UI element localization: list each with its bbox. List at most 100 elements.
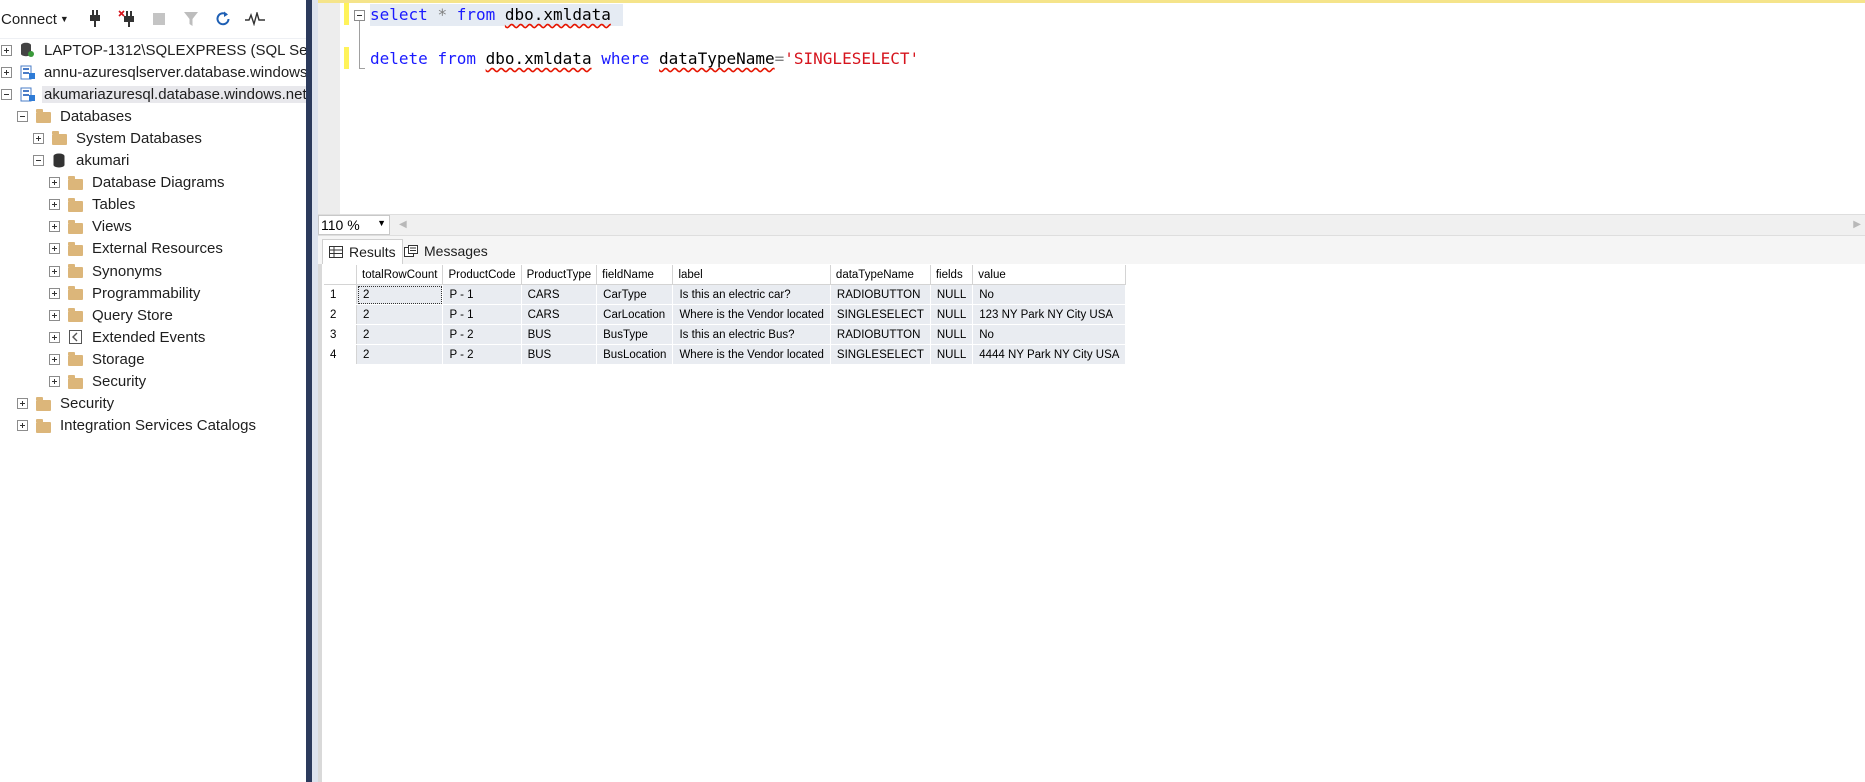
row-number[interactable]: 1 bbox=[324, 284, 357, 305]
expand-icon[interactable] bbox=[49, 199, 60, 211]
zoom-select[interactable]: 110 % ▼ bbox=[318, 215, 390, 235]
grid-cell[interactable]: NULL bbox=[930, 284, 974, 305]
expand-icon[interactable] bbox=[17, 420, 28, 432]
grid-cell[interactable]: No bbox=[972, 324, 1127, 345]
expand-icon[interactable] bbox=[49, 309, 60, 321]
tree-node[interactable]: Integration Services Catalogs bbox=[17, 415, 258, 437]
grid-cell[interactable]: Is this an electric Bus? bbox=[672, 324, 831, 345]
tree-node[interactable]: Extended Events bbox=[49, 326, 207, 348]
collapse-icon[interactable] bbox=[33, 155, 44, 166]
grid-cell[interactable]: SINGLESELECT bbox=[830, 344, 931, 365]
tab-results[interactable]: Results bbox=[322, 239, 403, 264]
column-header[interactable]: label bbox=[672, 265, 831, 285]
table-row[interactable]: 22P - 1 CARS CarLocation Where is the Vendo… bbox=[324, 304, 1127, 325]
tab-messages[interactable]: Messages bbox=[398, 239, 494, 263]
grid-corner-cell[interactable] bbox=[324, 265, 357, 285]
code-line-3[interactable]: delete from dbo.xmldata where dataTypeNa… bbox=[370, 48, 919, 70]
grid-cell[interactable]: SINGLESELECT bbox=[830, 304, 931, 325]
grid-cell[interactable]: 2 bbox=[356, 344, 444, 365]
scroll-right-icon[interactable]: ▶ bbox=[1853, 219, 1861, 230]
tree-node[interactable]: Synonyms bbox=[49, 260, 164, 282]
expand-icon[interactable] bbox=[49, 177, 60, 189]
grid-cell[interactable]: CarLocation bbox=[596, 304, 674, 325]
grid-cell[interactable]: BusLocation bbox=[596, 344, 674, 365]
query-editor[interactable]: select * from dbo.xmldata delete from db… bbox=[318, 0, 1865, 214]
table-row[interactable]: 32P - 2 BUS BusType Is this an electric Bus… bbox=[324, 324, 1127, 345]
grid-cell[interactable]: CarType bbox=[596, 284, 674, 305]
tree-node[interactable]: External Resources bbox=[49, 238, 225, 260]
refresh-icon[interactable] bbox=[213, 9, 233, 29]
collapse-region-icon[interactable] bbox=[354, 10, 365, 21]
tree-node[interactable]: LAPTOP-1312\SQLEXPRESS (SQL Server 1 bbox=[1, 39, 306, 61]
tree-node[interactable]: Views bbox=[49, 216, 134, 238]
grid-cell[interactable]: NULL bbox=[930, 304, 974, 325]
grid-cell[interactable]: 123 NY Park NY City USA bbox=[972, 304, 1127, 325]
expand-icon[interactable] bbox=[49, 243, 60, 255]
tree-node[interactable]: akumari bbox=[33, 150, 131, 172]
expand-icon[interactable] bbox=[49, 376, 60, 387]
tree-node[interactable]: Databases bbox=[17, 105, 134, 127]
column-header[interactable]: fieldName bbox=[596, 265, 674, 285]
activity-monitor-icon[interactable] bbox=[244, 9, 265, 29]
grid-cell[interactable]: P - 2 bbox=[442, 344, 522, 365]
grid-cell[interactable]: 2 bbox=[356, 284, 444, 305]
scroll-left-icon[interactable]: ◀ bbox=[399, 219, 407, 230]
tree-node[interactable]: Security bbox=[49, 371, 148, 393]
grid-cell[interactable]: 2 bbox=[356, 324, 444, 345]
collapse-icon[interactable] bbox=[17, 110, 28, 122]
grid-cell[interactable]: RADIOBUTTON bbox=[830, 324, 931, 345]
tree-node[interactable]: Storage bbox=[49, 348, 147, 370]
expand-icon[interactable] bbox=[17, 398, 28, 410]
grid-cell[interactable]: RADIOBUTTON bbox=[830, 284, 931, 305]
grid-cell[interactable]: 2 bbox=[356, 304, 444, 325]
connect-button[interactable]: Connect ▼ bbox=[0, 11, 79, 28]
stop-icon[interactable] bbox=[149, 9, 169, 29]
tree-node[interactable]: Programmability bbox=[49, 282, 202, 304]
expand-icon[interactable] bbox=[49, 265, 60, 277]
column-header[interactable]: totalRowCount bbox=[356, 265, 444, 285]
grid-cell[interactable]: NULL bbox=[930, 344, 974, 365]
disconnect-icon[interactable] bbox=[117, 9, 137, 29]
column-header[interactable]: ProductCode bbox=[442, 265, 522, 285]
grid-cell[interactable]: No bbox=[972, 284, 1127, 305]
connect-icon[interactable] bbox=[85, 9, 105, 29]
tree-node[interactable]: annu-azuresqlserver.database.windows.n bbox=[1, 61, 306, 83]
row-number[interactable]: 4 bbox=[324, 344, 357, 365]
collapse-icon[interactable] bbox=[1, 88, 12, 100]
column-header[interactable]: fields bbox=[930, 265, 974, 285]
expand-icon[interactable] bbox=[49, 221, 60, 233]
column-header[interactable]: ProductType bbox=[521, 265, 598, 285]
grid-cell[interactable]: BUS bbox=[521, 344, 598, 365]
expand-icon[interactable] bbox=[1, 44, 12, 56]
row-number[interactable]: 3 bbox=[324, 324, 357, 345]
table-row[interactable]: 42P - 2 BUS BusLocation Where is the Vendor… bbox=[324, 344, 1127, 365]
tree-node[interactable]: Query Store bbox=[49, 304, 175, 326]
grid-cell[interactable]: 4444 NY Park NY City USA bbox=[972, 344, 1127, 365]
expand-icon[interactable] bbox=[49, 287, 60, 299]
grid-cell[interactable]: Where is the Vendor located bbox=[672, 304, 831, 325]
tree-node[interactable]: Tables bbox=[49, 194, 137, 216]
expand-icon[interactable] bbox=[49, 353, 60, 365]
grid-cell[interactable]: Is this an electric car? bbox=[672, 284, 831, 305]
table-row[interactable]: 12P - 1 CARS CarType Is this an electric ca… bbox=[324, 284, 1127, 305]
grid-cell[interactable]: P - 1 bbox=[442, 304, 522, 325]
column-header[interactable]: dataTypeName bbox=[830, 265, 931, 285]
tree-node[interactable]: Database Diagrams bbox=[49, 172, 227, 194]
grid-cell[interactable]: CARS bbox=[521, 304, 598, 325]
grid-cell[interactable]: P - 1 bbox=[442, 284, 522, 305]
grid-cell[interactable]: BUS bbox=[521, 324, 598, 345]
column-header[interactable]: value bbox=[972, 265, 1127, 285]
grid-cell[interactable]: NULL bbox=[930, 324, 974, 345]
tree-node[interactable]: akumariazuresql.database.windows.net (S bbox=[1, 83, 306, 105]
row-number[interactable]: 2 bbox=[324, 304, 357, 325]
grid-cell[interactable]: P - 2 bbox=[442, 324, 522, 345]
grid-cell[interactable]: Where is the Vendor located bbox=[672, 344, 831, 365]
expand-icon[interactable] bbox=[1, 66, 12, 78]
tree-node[interactable]: Security bbox=[17, 393, 116, 415]
tree-node[interactable]: System Databases bbox=[33, 127, 204, 149]
grid-cell[interactable]: BusType bbox=[596, 324, 674, 345]
expand-icon[interactable] bbox=[33, 132, 44, 144]
grid-cell[interactable]: CARS bbox=[521, 284, 598, 305]
expand-icon[interactable] bbox=[49, 331, 60, 343]
code-line-1[interactable]: select * from dbo.xmldata bbox=[370, 4, 623, 26]
